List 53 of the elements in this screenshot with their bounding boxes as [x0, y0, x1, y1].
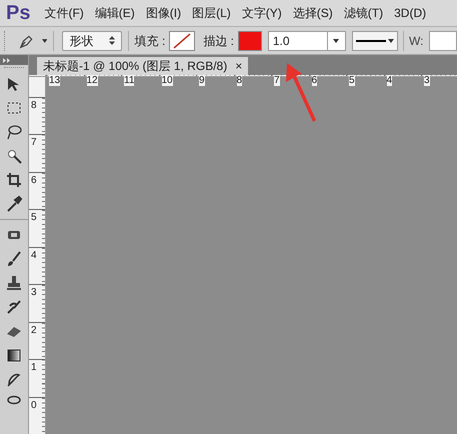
- ruler-label: 3: [31, 287, 37, 298]
- stroke-color-swatch[interactable]: [238, 30, 262, 50]
- ruler-label: 10: [162, 75, 173, 86]
- stroke-label: 描边 :: [203, 32, 234, 50]
- menu-item[interactable]: 图像(I): [146, 4, 182, 22]
- ruler-label: 5: [31, 212, 37, 223]
- fill-label: 填充 :: [134, 32, 166, 50]
- panel-header[interactable]: [0, 55, 28, 65]
- width-field[interactable]: [429, 30, 457, 50]
- magic-wand-tool-icon[interactable]: [5, 147, 23, 165]
- lasso-tool-icon[interactable]: [5, 123, 23, 141]
- ruler-label: 0: [31, 400, 37, 410]
- document-tab[interactable]: 未标题-1 @ 100% (图层 1, RGB/8) ×: [37, 57, 248, 75]
- app-logo: Ps: [6, 3, 30, 23]
- ruler-label: 9: [199, 75, 205, 86]
- shape-mode-select[interactable]: 形状: [62, 30, 122, 50]
- dropdown-button[interactable]: [328, 30, 346, 50]
- caret-icon: [388, 38, 394, 42]
- spinner-icon: [108, 36, 115, 45]
- ruler-label: 7: [274, 75, 280, 86]
- brush-tool-icon[interactable]: [5, 250, 23, 268]
- ruler-label: 8: [31, 100, 37, 110]
- menu-item[interactable]: 滤镜(T): [344, 4, 384, 22]
- annotation-arrow: [283, 62, 319, 124]
- menu-item[interactable]: 3D(D): [394, 4, 426, 22]
- ruler-label: 12: [86, 75, 98, 86]
- stroke-style-select[interactable]: [352, 30, 398, 50]
- ruler-label: 11: [124, 75, 134, 86]
- line-style-preview: [356, 40, 386, 42]
- ruler-label: 4: [386, 75, 392, 86]
- ruler-label: 13: [49, 75, 60, 86]
- ruler-label: 5: [349, 75, 355, 86]
- stroke-width-field[interactable]: 1.0: [268, 30, 328, 50]
- close-tab-button[interactable]: ×: [235, 60, 242, 72]
- fill-swatch[interactable]: [169, 30, 196, 50]
- menu-item[interactable]: 编辑(E): [94, 4, 135, 22]
- ruler-label: 4: [31, 250, 37, 260]
- caret-icon[interactable]: [42, 38, 48, 42]
- ruler-label: 7: [31, 137, 37, 148]
- menu-item[interactable]: 选择(S): [292, 4, 333, 22]
- ruler-label: 1: [31, 362, 37, 373]
- crop-tool-icon[interactable]: [5, 171, 23, 189]
- menu-item[interactable]: 图层(L): [192, 4, 231, 22]
- eyedropper-tool-icon[interactable]: [5, 195, 23, 213]
- caret-icon: [333, 38, 340, 42]
- ruler-label: 2: [31, 324, 37, 336]
- double-chevron-icon[interactable]: [3, 58, 11, 62]
- ruler-label: 6: [31, 174, 37, 186]
- ruler-label: 3: [424, 75, 430, 86]
- width-label: W:: [409, 32, 424, 50]
- menu-item[interactable]: 文字(Y): [242, 4, 282, 22]
- menu-item[interactable]: 文件(F): [44, 4, 84, 22]
- stamp-tool-icon[interactable]: [5, 274, 23, 292]
